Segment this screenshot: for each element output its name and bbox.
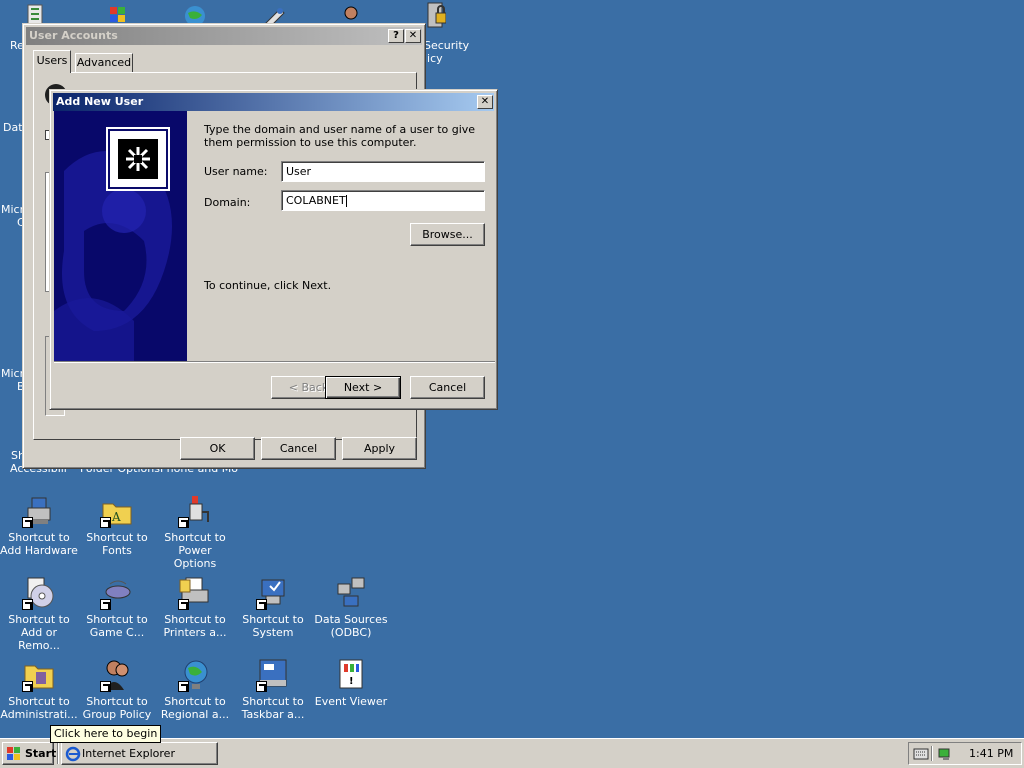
cancel-button[interactable]: Cancel: [410, 376, 485, 399]
fonts-folder-icon: A: [100, 494, 134, 528]
username-field[interactable]: User: [281, 161, 485, 182]
cancel-button[interactable]: Cancel: [261, 437, 336, 460]
start-button[interactable]: Start: [2, 742, 56, 765]
add-hardware-icon: [22, 494, 56, 528]
user-wizard-icon: [108, 129, 168, 189]
printer-icon: [178, 576, 212, 610]
text-cursor: [345, 195, 347, 207]
desktop-label-fragment: Security: [424, 39, 470, 52]
game-controller-icon: [100, 576, 134, 610]
taskbar-task-internet-explorer[interactable]: Internet Explorer cannot...: [61, 742, 218, 765]
dialog-title: Add New User: [56, 95, 144, 108]
desktop-icon-system[interactable]: Shortcut to System: [234, 576, 312, 639]
next-button[interactable]: Next >: [325, 376, 401, 399]
desktop-label-fragment: licy: [424, 52, 443, 65]
domain-field[interactable]: COLABNET: [281, 190, 485, 211]
system-icon: [256, 576, 290, 610]
desktop-icon-group-policy[interactable]: Shortcut to Group Policy: [78, 658, 156, 721]
help-button[interactable]: ?: [388, 29, 404, 43]
desktop-icon-regional[interactable]: Shortcut to Regional a...: [156, 658, 234, 721]
close-button[interactable]: ✕: [405, 29, 421, 43]
desktop-icon-game-controllers[interactable]: Shortcut to Game C...: [78, 576, 156, 639]
start-tooltip: Click here to begin: [50, 725, 162, 743]
tab-users[interactable]: Users: [33, 50, 71, 73]
taskbar-separator: [57, 743, 59, 764]
wizard-banner: [54, 111, 187, 362]
username-label: User name:: [204, 165, 268, 178]
power-options-icon: [178, 494, 212, 528]
add-new-user-titlebar[interactable]: Add New User ✕: [53, 93, 494, 111]
tray-separator: [931, 746, 933, 761]
event-viewer-icon: !: [334, 658, 368, 692]
desktop-icon-add-hardware[interactable]: Shortcut to Add Hardware: [0, 494, 78, 557]
desktop-icon-event-viewer[interactable]: ! Event Viewer: [312, 658, 390, 708]
network-connection-icon[interactable]: [937, 746, 953, 762]
domain-label: Domain:: [204, 196, 251, 209]
administrative-tools-icon: [22, 658, 56, 692]
group-policy-icon: [100, 658, 134, 692]
user-accounts-titlebar[interactable]: User Accounts ? ✕: [26, 27, 422, 45]
continue-text: To continue, click Next.: [204, 279, 332, 292]
component-services-icon: [256, 0, 290, 30]
desktop-icon-power-options[interactable]: Shortcut to Power Options: [156, 494, 234, 570]
divider: [54, 361, 495, 363]
internet-explorer-icon: [65, 746, 81, 762]
clock[interactable]: 1:41 PM: [969, 747, 1013, 760]
windows-logo-icon: [100, 0, 134, 24]
ok-button[interactable]: OK: [180, 437, 255, 460]
desktop-icon-add-remove[interactable]: Shortcut to Add or Remo...: [0, 576, 78, 652]
desktop-icon-printers[interactable]: Shortcut to Printers a...: [156, 576, 234, 639]
user-person-icon: [334, 0, 368, 29]
taskbar-icon: [256, 658, 290, 692]
keyboard-icon[interactable]: [913, 747, 929, 761]
apply-button[interactable]: Apply: [342, 437, 417, 460]
tab-advanced[interactable]: Advanced: [75, 53, 133, 72]
add-new-user-dialog: Add New User ✕ Type the domain and user …: [49, 89, 498, 410]
window-title: User Accounts: [29, 29, 118, 42]
instructions-text: Type the domain and user name of a user …: [204, 123, 476, 149]
globe-icon: [178, 658, 212, 692]
desktop-icon-fonts[interactable]: A Shortcut to Fonts: [78, 494, 156, 557]
windows-logo-icon: [7, 747, 20, 760]
desktop-icon-odbc[interactable]: Data Sources (ODBC): [312, 576, 390, 639]
desktop-icon-admin-tools[interactable]: Shortcut to Administrati...: [0, 658, 78, 721]
odbc-icon: [334, 576, 368, 610]
system-tray: 1:41 PM: [908, 742, 1022, 765]
globe-network-icon: [178, 0, 212, 26]
browse-button[interactable]: Browse...: [410, 223, 485, 246]
svg-text:A: A: [111, 510, 121, 524]
add-remove-programs-icon: [22, 576, 56, 610]
svg-text:!: !: [349, 676, 354, 687]
desktop-icon-taskbar[interactable]: Shortcut to Taskbar a...: [234, 658, 312, 721]
close-button[interactable]: ✕: [477, 95, 493, 109]
recycle-bin-icon: [18, 0, 52, 28]
